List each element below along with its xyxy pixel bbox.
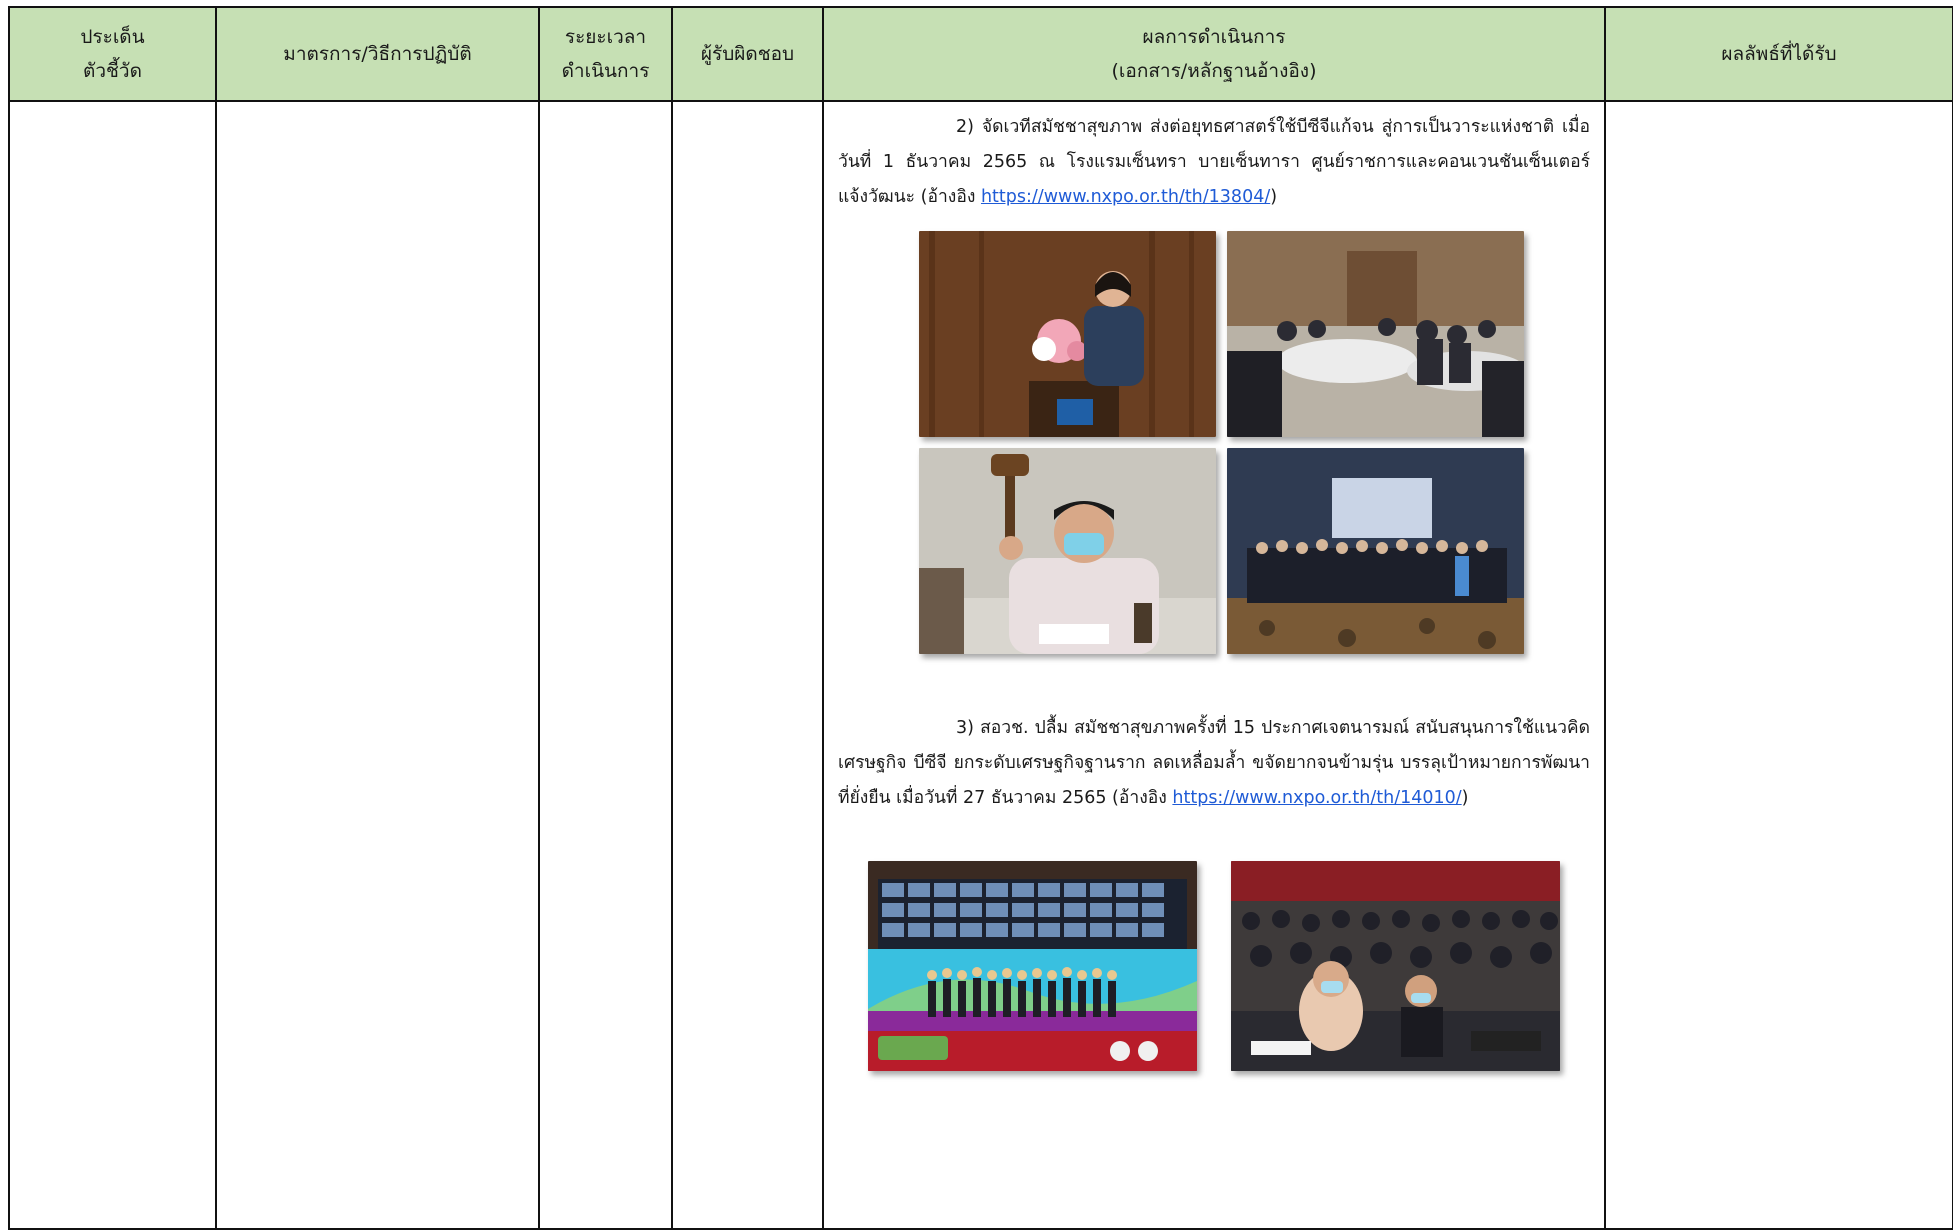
result-item-2: 2) จัดเวทีสมัชชาสุขภาพ ส่งต่อยุทธศาสตร์ใ…: [838, 110, 1590, 215]
header-responsible-label: ผู้รับผิดชอบ: [700, 43, 795, 65]
table-row: 2) จัดเวทีสมัชชาสุขภาพ ส่งต่อยุทธศาสตร์ใ…: [8, 100, 1953, 1230]
photo-group-attendees: [1227, 448, 1524, 654]
cell-results: 2) จัดเวทีสมัชชาสุขภาพ ส่งต่อยุทธศาสตร์ใ…: [822, 100, 1606, 1230]
header-measures-label: มาตรการ/วิธีการปฏิบัติ: [283, 43, 472, 65]
header-duration-line2: ดำเนินการ: [561, 60, 650, 82]
header-responsible: ผู้รับผิดชอบ: [671, 6, 824, 102]
header-duration: ระยะเวลา ดำเนินการ: [538, 6, 673, 102]
header-issue-indicator: ประเด็น ตัวชี้วัด: [8, 6, 217, 102]
header-issue-line1: ประเด็น: [80, 26, 145, 48]
photo-speaker-podium: [919, 231, 1216, 437]
header-results-line2: (เอกสาร/หลักฐานอ้างอิง): [1111, 60, 1317, 82]
cell-duration: [538, 100, 673, 1230]
cell-issue-indicator: [8, 100, 217, 1230]
header-outcomes: ผลลัพธ์ที่ได้รับ: [1604, 6, 1953, 102]
photo-gavel-chairman: [919, 448, 1216, 654]
header-row: ประเด็น ตัวชี้วัด มาตรการ/วิธีการปฏิบัติ…: [8, 6, 1953, 102]
header-outcomes-label: ผลลัพธ์ที่ได้รับ: [1721, 43, 1837, 65]
header-issue-line2: ตัวชี้วัด: [83, 60, 142, 82]
photo-seated-audience: [1231, 861, 1560, 1071]
header-results-line1: ผลการดำเนินการ: [1142, 26, 1286, 48]
cell-responsible: [671, 100, 824, 1230]
cell-measures: [215, 100, 540, 1230]
header-measures: มาตรการ/วิธีการปฏิบัติ: [215, 6, 540, 102]
header-duration-line1: ระยะเวลา: [564, 26, 647, 48]
cell-outcomes: [1604, 100, 1953, 1230]
photo-conference-audience: [1227, 231, 1524, 437]
photo-stage-video-wall: [868, 861, 1197, 1071]
result-item-3-tail: ): [1461, 788, 1469, 808]
result-item-2-tail: ): [1270, 187, 1278, 207]
photo-gallery-item-3: [838, 816, 1590, 1071]
photo-gallery-item-2: [838, 215, 1590, 655]
result-item-3-link[interactable]: https://www.nxpo.or.th/th/14010/: [1172, 788, 1461, 808]
header-results: ผลการดำเนินการ (เอกสาร/หลักฐานอ้างอิง): [822, 6, 1606, 102]
result-item-2-link[interactable]: https://www.nxpo.or.th/th/13804/: [981, 187, 1270, 207]
report-table: ประเด็น ตัวชี้วัด มาตรการ/วิธีการปฏิบัติ…: [8, 6, 1953, 1230]
result-item-3: 3) สอวช. ปลื้ม สมัชชาสุขภาพครั้งที่ 15 ป…: [838, 711, 1590, 816]
